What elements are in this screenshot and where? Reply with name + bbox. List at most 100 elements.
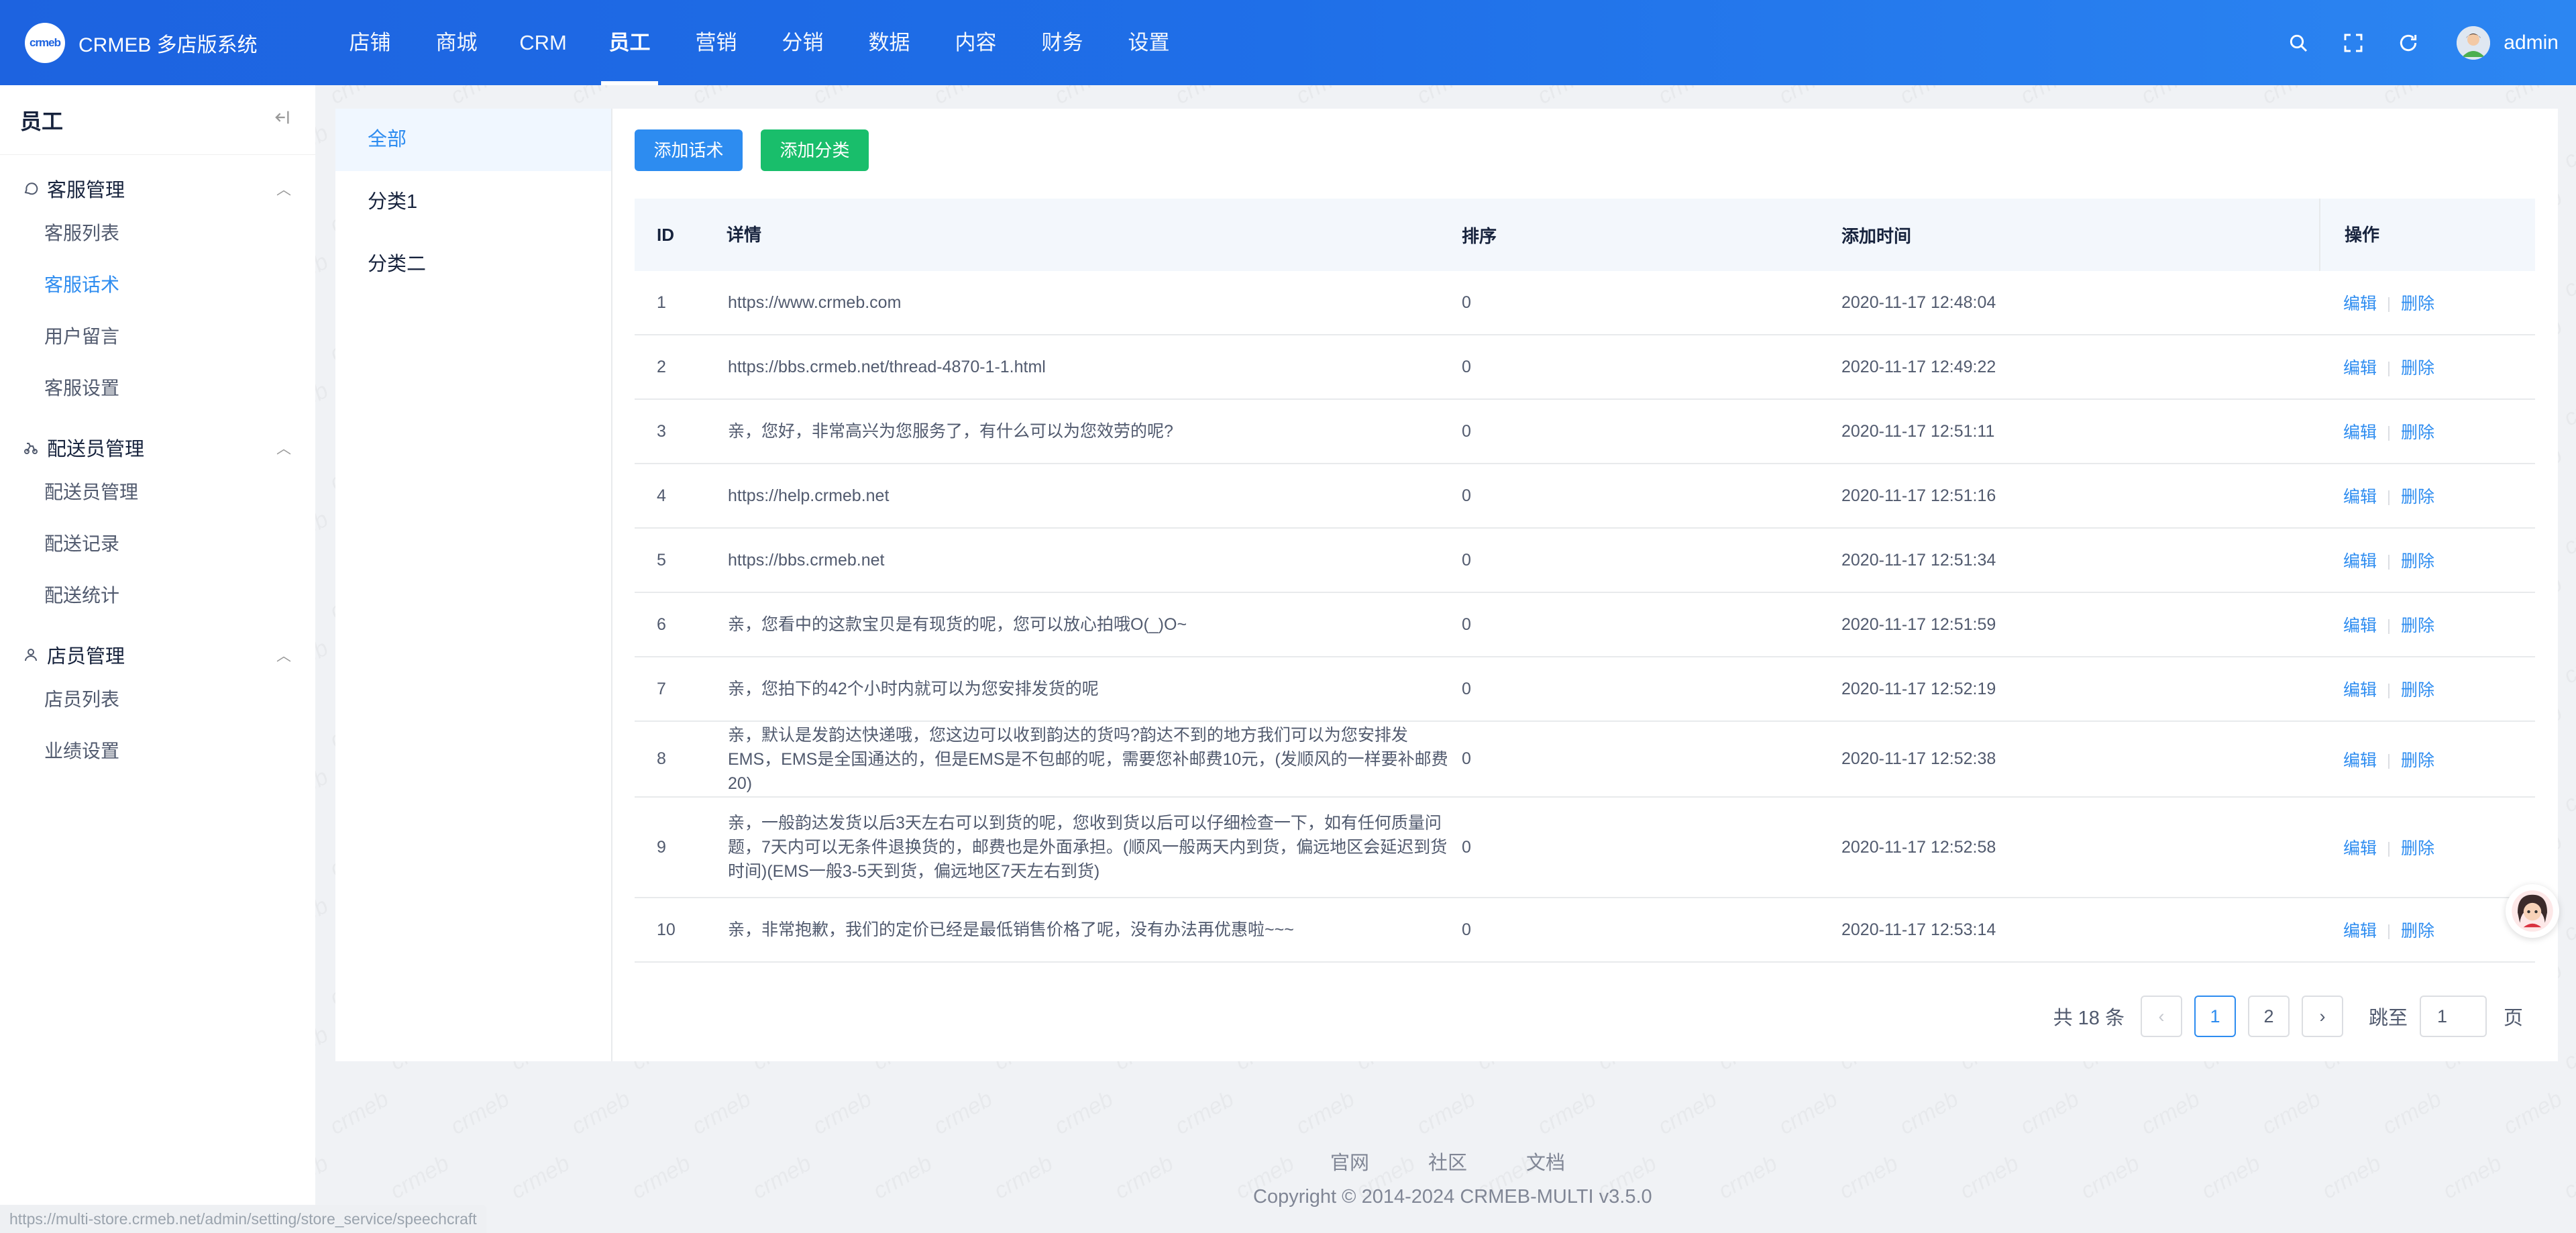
- sidebar-item[interactable]: 配送统计: [44, 570, 189, 621]
- jump-input[interactable]: 1: [2419, 996, 2487, 1037]
- watermark-text: crmeb: [2559, 506, 2576, 560]
- op-divider: [2388, 362, 2390, 377]
- user-menu[interactable]: admin: [2457, 25, 2559, 60]
- category-item-0[interactable]: 全部: [335, 109, 611, 171]
- cell-op: 编辑 删除: [2319, 484, 2535, 508]
- sidebar-group-0[interactable]: 客服管理 ︿: [0, 170, 315, 207]
- nav-item-6[interactable]: 数据: [846, 0, 932, 85]
- watermark-text: crmeb: [506, 1150, 574, 1204]
- sidebar-item[interactable]: 配送员管理: [44, 466, 189, 518]
- prev-page-button[interactable]: ‹: [2140, 996, 2182, 1037]
- watermark-text: crmeb: [2559, 635, 2576, 689]
- add-category-button[interactable]: 添加分类: [761, 129, 869, 171]
- cell-time: 2020-11-17 12:52:38: [1841, 749, 1996, 768]
- edit-link[interactable]: 编辑: [2343, 359, 2377, 378]
- sidebar-item[interactable]: 客服设置: [44, 362, 189, 414]
- nav-item-1[interactable]: 商城: [413, 0, 500, 85]
- delete-link[interactable]: 删除: [2401, 552, 2434, 571]
- cell-sort: 0: [1462, 614, 1471, 634]
- edit-link[interactable]: 编辑: [2343, 488, 2377, 506]
- page-2[interactable]: 2: [2247, 996, 2290, 1037]
- watermark-text: crmeb: [2559, 120, 2576, 174]
- edit-link[interactable]: 编辑: [2343, 922, 2377, 941]
- watermark-text: crmeb: [1714, 1150, 1782, 1204]
- nav-item-2[interactable]: CRM: [500, 0, 586, 85]
- search-icon[interactable]: [2286, 31, 2310, 55]
- delete-link[interactable]: 删除: [2401, 922, 2434, 941]
- edit-link[interactable]: 编辑: [2343, 294, 2377, 313]
- delete-link[interactable]: 删除: [2401, 616, 2434, 635]
- op-divider: [2388, 555, 2390, 570]
- nav-item-8[interactable]: 财务: [1019, 0, 1106, 85]
- sidebar-item[interactable]: 用户留言: [44, 311, 189, 362]
- op-divider: [2388, 490, 2390, 506]
- watermark-text: crmeb: [2197, 1150, 2265, 1204]
- delete-link[interactable]: 删除: [2401, 681, 2434, 700]
- cell-detail: 亲，您好，非常高兴为您服务了，有什么可以为您效劳的呢?: [728, 422, 1173, 441]
- cell-op: 编辑 删除: [2319, 612, 2535, 637]
- next-page-button[interactable]: ›: [2301, 996, 2343, 1037]
- edit-link[interactable]: 编辑: [2343, 552, 2377, 571]
- watermark-text: crmeb: [2559, 1022, 2576, 1075]
- cell-detail: 亲，默认是发韵达快递哦，您这边可以收到韵达的货吗?韵达不到的地方我们可以为您安排…: [728, 725, 1448, 793]
- delete-link[interactable]: 删除: [2401, 751, 2434, 770]
- sidebar-group-1[interactable]: 配送员管理 ︿: [0, 429, 315, 466]
- nav-item-0[interactable]: 店铺: [327, 0, 413, 85]
- watermark-text: crmeb: [808, 1086, 876, 1140]
- sidebar-item[interactable]: 客服列表: [44, 207, 189, 259]
- sidebar-item[interactable]: 配送记录: [44, 518, 189, 570]
- edit-link[interactable]: 编辑: [2343, 616, 2377, 635]
- fullscreen-icon[interactable]: [2341, 31, 2365, 55]
- watermark-text: crmeb: [2076, 1150, 2144, 1204]
- add-speech-button[interactable]: 添加话术: [635, 129, 743, 171]
- cell-sort: 0: [1462, 486, 1471, 505]
- footer-link-official[interactable]: 官网: [1330, 1147, 1369, 1175]
- cell-time: 2020-11-17 12:53:14: [1841, 920, 1996, 939]
- chevron-up-icon[interactable]: ︿: [276, 644, 291, 665]
- edit-link[interactable]: 编辑: [2343, 681, 2377, 700]
- footer-link-community[interactable]: 社区: [1428, 1147, 1467, 1175]
- edit-link[interactable]: 编辑: [2343, 423, 2377, 442]
- table-body: 1 https://www.crmeb.com 0 2020-11-17 12:48:…: [635, 271, 2535, 963]
- op-divider: [2388, 619, 2390, 635]
- delete-link[interactable]: 删除: [2401, 839, 2434, 858]
- sidebar-group-2[interactable]: 店员管理 ︿: [0, 636, 315, 674]
- watermark-text: crmeb: [1774, 1086, 1842, 1140]
- edit-link[interactable]: 编辑: [2343, 839, 2377, 858]
- cell-sort: 0: [1462, 837, 1471, 857]
- category-menu: 全部 分类1 分类二: [335, 109, 612, 1061]
- cell-time: 2020-11-17 12:48:04: [1841, 292, 1996, 312]
- nav-item-3[interactable]: 员工: [586, 0, 673, 85]
- brand-logo[interactable]: crmeb CRMEB 多店版系统: [25, 22, 327, 63]
- header-time: 添加时间: [1841, 225, 1912, 246]
- cell-id: 1: [657, 292, 666, 312]
- delete-link[interactable]: 删除: [2401, 488, 2434, 506]
- nav-item-4[interactable]: 营销: [673, 0, 759, 85]
- chevron-up-icon[interactable]: ︿: [276, 437, 291, 458]
- customer-service-avatar[interactable]: [2506, 884, 2559, 938]
- nav-item-7[interactable]: 内容: [932, 0, 1019, 85]
- category-item-2[interactable]: 分类二: [335, 233, 611, 296]
- collapse-icon[interactable]: [272, 108, 291, 132]
- chat-icon: [23, 180, 40, 197]
- category-item-1[interactable]: 分类1: [335, 171, 611, 233]
- chevron-up-icon[interactable]: ︿: [276, 178, 291, 199]
- top-nav: 店铺 商城 CRM 员工 营销 分销 数据 内容 财务 设置: [327, 0, 1192, 85]
- page-1[interactable]: 1: [2194, 996, 2236, 1037]
- delete-link[interactable]: 删除: [2401, 423, 2434, 442]
- jump-label: 跳至: [2368, 1008, 2408, 1029]
- nav-item-5[interactable]: 分销: [759, 0, 846, 85]
- refresh-icon[interactable]: [2396, 31, 2420, 55]
- sidebar-item[interactable]: 客服话术: [44, 259, 189, 311]
- delete-link[interactable]: 删除: [2401, 359, 2434, 378]
- edit-link[interactable]: 编辑: [2343, 751, 2377, 770]
- sidebar-item[interactable]: 店员列表: [44, 674, 189, 725]
- nav-item-9[interactable]: 设置: [1106, 0, 1192, 85]
- cell-sort: 0: [1462, 421, 1471, 441]
- cell-sort: 0: [1462, 920, 1471, 939]
- footer-link-docs[interactable]: 文档: [1526, 1147, 1565, 1175]
- delete-link[interactable]: 删除: [2401, 294, 2434, 313]
- sidebar-item[interactable]: 业绩设置: [44, 725, 189, 777]
- cell-time: 2020-11-17 12:51:11: [1841, 421, 1995, 441]
- watermark-text: crmeb: [1835, 1150, 1902, 1204]
